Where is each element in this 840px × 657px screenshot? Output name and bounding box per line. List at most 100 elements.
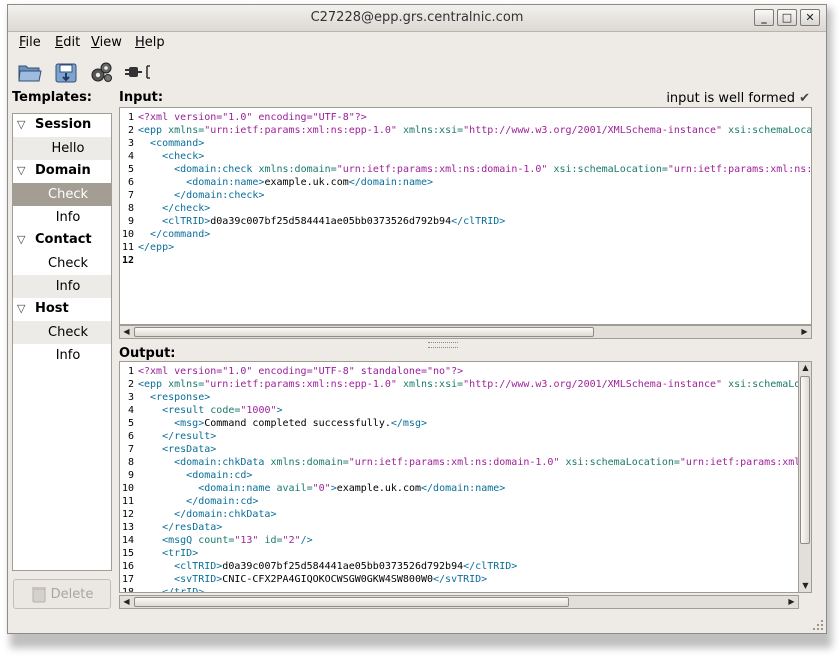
output-hscroll-thumb[interactable] [134, 597, 569, 607]
code-line: 11 </domain:cd> [121, 496, 259, 507]
code-line: 4 <result code="1000"> [120, 404, 798, 417]
line-number: 7 [127, 190, 134, 201]
menu-view[interactable]: View [91, 35, 122, 50]
input-label: Input: [119, 90, 164, 105]
save-button[interactable] [52, 58, 80, 86]
expander-triangle-icon[interactable]: ▽ [17, 114, 25, 136]
template-item-session-hello[interactable]: Hello [13, 137, 111, 160]
code-line: 6 </result> [120, 430, 798, 443]
template-group-label: Host [35, 301, 69, 316]
resize-grip-icon[interactable] [812, 619, 824, 631]
expander-triangle-icon[interactable]: ▽ [17, 229, 25, 251]
code-line: 9 <domain:cd> [120, 469, 798, 482]
window-title: C27228@epp.grs.centralnic.com [310, 10, 524, 25]
template-item-contact-check[interactable]: Check [13, 252, 111, 275]
menu-edit[interactable]: Edit [55, 35, 80, 50]
code-line: 8 </check> [120, 202, 811, 215]
output-vscroll-thumb[interactable] [800, 376, 810, 544]
output-label: Output: [119, 346, 176, 361]
close-button[interactable]: ✕ [800, 9, 820, 26]
template-item-contact-info[interactable]: Info [13, 275, 111, 298]
title-bar[interactable]: C27228@epp.grs.centralnic.com _ □ ✕ [8, 5, 826, 32]
code-line: 1 <?xml version="1.0" encoding="UTF-8" st… [120, 365, 798, 378]
checkmark-icon: ✔ [799, 91, 810, 106]
line-number: 15 [121, 548, 134, 559]
code-line: 13 </resData> [121, 522, 223, 533]
minimize-button[interactable]: _ [754, 9, 774, 26]
template-group-host[interactable]: ▽ Host [13, 298, 111, 321]
output-vscrollbar[interactable]: ▲ ▼ [798, 361, 812, 593]
line-number: 4 [127, 405, 134, 416]
line-number: 12 [121, 255, 134, 266]
input-status-text: input is well formed [666, 91, 795, 106]
app-window: C27228@epp.grs.centralnic.com _ □ ✕ File… [7, 4, 827, 634]
scroll-right-arrow-icon[interactable]: ▶ [785, 596, 798, 608]
open-button[interactable] [16, 58, 44, 86]
line-number: 1 [127, 366, 134, 377]
code-line: 3 <command> [120, 137, 811, 150]
settings-gears-icon [91, 62, 112, 82]
code-line: 5 <msg>Command completed successfully.</… [120, 417, 798, 430]
template-group-session[interactable]: ▽ Session [13, 114, 111, 137]
code-line: 10 <domain:name avail="0">example.uk.com… [121, 483, 506, 494]
code-line: 10 </command> [121, 229, 211, 240]
input-status: input is well formed ✔ [666, 91, 810, 106]
code-line: 12 </domain:chkData> [121, 509, 277, 520]
output-code: 1 <?xml version="1.0" encoding="UTF-8" st… [120, 365, 798, 593]
template-item-domain-info[interactable]: Info [13, 206, 111, 229]
template-item-host-check[interactable]: Check [13, 321, 111, 344]
line-number: 17 [121, 574, 134, 585]
expander-triangle-icon[interactable]: ▽ [17, 160, 25, 182]
input-hscrollbar[interactable]: ◀ ▶ [119, 325, 812, 339]
code-line: 4 <check> [120, 150, 811, 163]
line-number: 2 [127, 125, 134, 136]
output-hscrollbar[interactable]: ◀ ▶ [119, 595, 799, 609]
scroll-right-arrow-icon[interactable]: ▶ [798, 326, 811, 338]
template-item-host-info[interactable]: Info [13, 344, 111, 367]
save-icon [55, 63, 77, 83]
menu-file[interactable]: File [19, 35, 41, 50]
line-number: 6 [127, 431, 134, 442]
template-group-label: Domain [35, 163, 91, 178]
code-line: 6 <domain:name>example.uk.com</domain:na… [120, 176, 811, 189]
connect-button[interactable] [122, 58, 156, 86]
output-viewer[interactable]: 1 <?xml version="1.0" encoding="UTF-8" st… [119, 361, 799, 593]
template-item-domain-check[interactable]: Check [13, 183, 111, 206]
scroll-left-arrow-icon[interactable]: ◀ [120, 326, 133, 338]
open-folder-icon [18, 65, 42, 82]
templates-label: Templates: [12, 90, 93, 105]
templates-tree: ▽ Session Hello ▽ Domain Check Info ▽ Contact Che… [12, 113, 112, 571]
scroll-down-arrow-icon[interactable]: ▼ [799, 580, 812, 592]
scroll-up-arrow-icon[interactable]: ▲ [799, 362, 812, 374]
line-number: 6 [127, 177, 134, 188]
menu-help[interactable]: Help [135, 35, 165, 50]
expander-triangle-icon[interactable]: ▽ [17, 298, 25, 320]
code-line: 5 <domain:check xmlns:domain="urn:ietf:p… [120, 163, 811, 176]
code-line: 7 </domain:check> [120, 189, 811, 202]
template-group-domain[interactable]: ▽ Domain [13, 160, 111, 183]
delete-button[interactable]: Delete [13, 579, 111, 609]
line-number: 4 [127, 151, 134, 162]
line-number: 8 [127, 457, 134, 468]
line-number: 13 [121, 522, 134, 533]
maximize-button[interactable]: □ [777, 9, 797, 26]
line-number: 8 [127, 203, 134, 214]
line-number: 12 [121, 509, 134, 520]
line-number: 3 [127, 138, 134, 149]
input-editor[interactable]: 1 <?xml version="1.0" encoding="UTF-8"?> 2… [119, 107, 812, 325]
line-number: 3 [127, 392, 134, 403]
line-number: 11 [121, 496, 134, 507]
line-number: 9 [127, 470, 134, 481]
toolbar [8, 55, 826, 89]
menu-bar: File Edit View Help [8, 32, 826, 54]
template-group-contact[interactable]: ▽ Contact [13, 229, 111, 252]
code-line: 9 <clTRID>d0a39c007bf25d584441ae05bb0373… [120, 215, 811, 228]
code-line: 11 </epp> [121, 242, 175, 253]
line-number: 7 [127, 444, 134, 455]
input-code[interactable]: 1 <?xml version="1.0" encoding="UTF-8"?> 2… [120, 111, 811, 267]
input-hscroll-thumb[interactable] [134, 327, 594, 337]
line-number: 18 [121, 587, 134, 593]
settings-button[interactable] [88, 58, 116, 86]
scroll-left-arrow-icon[interactable]: ◀ [120, 596, 133, 608]
pane-splitter[interactable] [428, 342, 458, 348]
